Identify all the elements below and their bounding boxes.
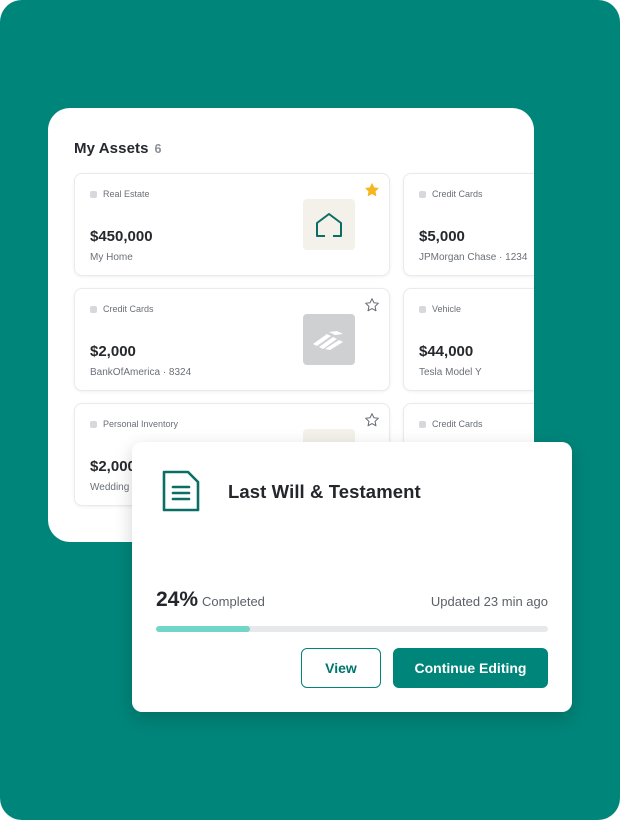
asset-category: Real Estate (90, 189, 150, 199)
category-label: Credit Cards (103, 304, 154, 314)
view-button[interactable]: View (301, 648, 381, 688)
progress-row: 24% Completed Updated 23 min ago (156, 588, 548, 612)
background-panel: My Assets 6 Real Estate $450,000 My Home (0, 0, 620, 820)
progress-bar-fill (156, 626, 251, 632)
asset-value: $44,000 (419, 343, 474, 360)
asset-card-credit-bofa[interactable]: Credit Cards $2,000 BankOfAmerica · 8324 (74, 288, 390, 391)
house-icon (303, 199, 355, 250)
asset-value: $5,000 (419, 228, 465, 245)
category-dot-icon (90, 420, 97, 428)
asset-value: $2,000 (90, 458, 136, 475)
asset-card-credit-jpmorgan[interactable]: Credit Cards $5,000 JPMorgan Chase · 123… (403, 173, 534, 276)
category-label: Credit Cards (432, 189, 483, 199)
category-dot-icon (419, 420, 426, 428)
category-dot-icon (419, 190, 426, 198)
asset-value: $2,000 (90, 343, 136, 360)
continue-editing-button[interactable]: Continue Editing (393, 648, 548, 688)
category-label: Personal Inventory (103, 419, 179, 429)
document-icon (162, 470, 200, 512)
asset-category: Personal Inventory (90, 419, 178, 429)
asset-name: Wedding (90, 482, 130, 493)
bank-of-america-logo (303, 314, 355, 365)
progress-label: Completed (202, 594, 265, 609)
category-label: Real Estate (103, 189, 150, 199)
asset-name: BankOfAmerica · 8324 (90, 367, 192, 378)
category-dot-icon (419, 305, 426, 313)
category-dot-icon (90, 305, 97, 313)
category-label: Vehicle (432, 304, 462, 314)
will-title: Last Will & Testament (228, 481, 421, 502)
asset-card-vehicle[interactable]: Vehicle $44,000 Tesla Model Y (403, 288, 534, 391)
star-outline-icon[interactable] (364, 412, 380, 428)
asset-name: Tesla Model Y (419, 367, 482, 378)
asset-category: Credit Cards (90, 304, 154, 314)
assets-count-badge: 6 (154, 142, 162, 156)
asset-category: Credit Cards (419, 419, 483, 429)
progress-bar (156, 626, 548, 632)
last-will-card: Last Will & Testament 24% Completed Upda… (132, 442, 572, 712)
asset-name: JPMorgan Chase · 1234 (419, 252, 528, 263)
category-dot-icon (90, 190, 97, 198)
star-outline-icon[interactable] (364, 297, 380, 313)
asset-name: My Home (90, 252, 133, 263)
asset-card-real-estate[interactable]: Real Estate $450,000 My Home (74, 173, 390, 276)
asset-value: $450,000 (90, 228, 153, 245)
progress-percent: 24% (156, 588, 199, 611)
assets-header: My Assets 6 (74, 140, 162, 157)
updated-timestamp: Updated 23 min ago (430, 594, 548, 609)
assets-title: My Assets (74, 140, 149, 157)
asset-category: Credit Cards (419, 189, 483, 199)
category-label: Credit Cards (432, 419, 483, 429)
star-filled-icon[interactable] (364, 182, 380, 198)
asset-category: Vehicle (419, 304, 461, 314)
